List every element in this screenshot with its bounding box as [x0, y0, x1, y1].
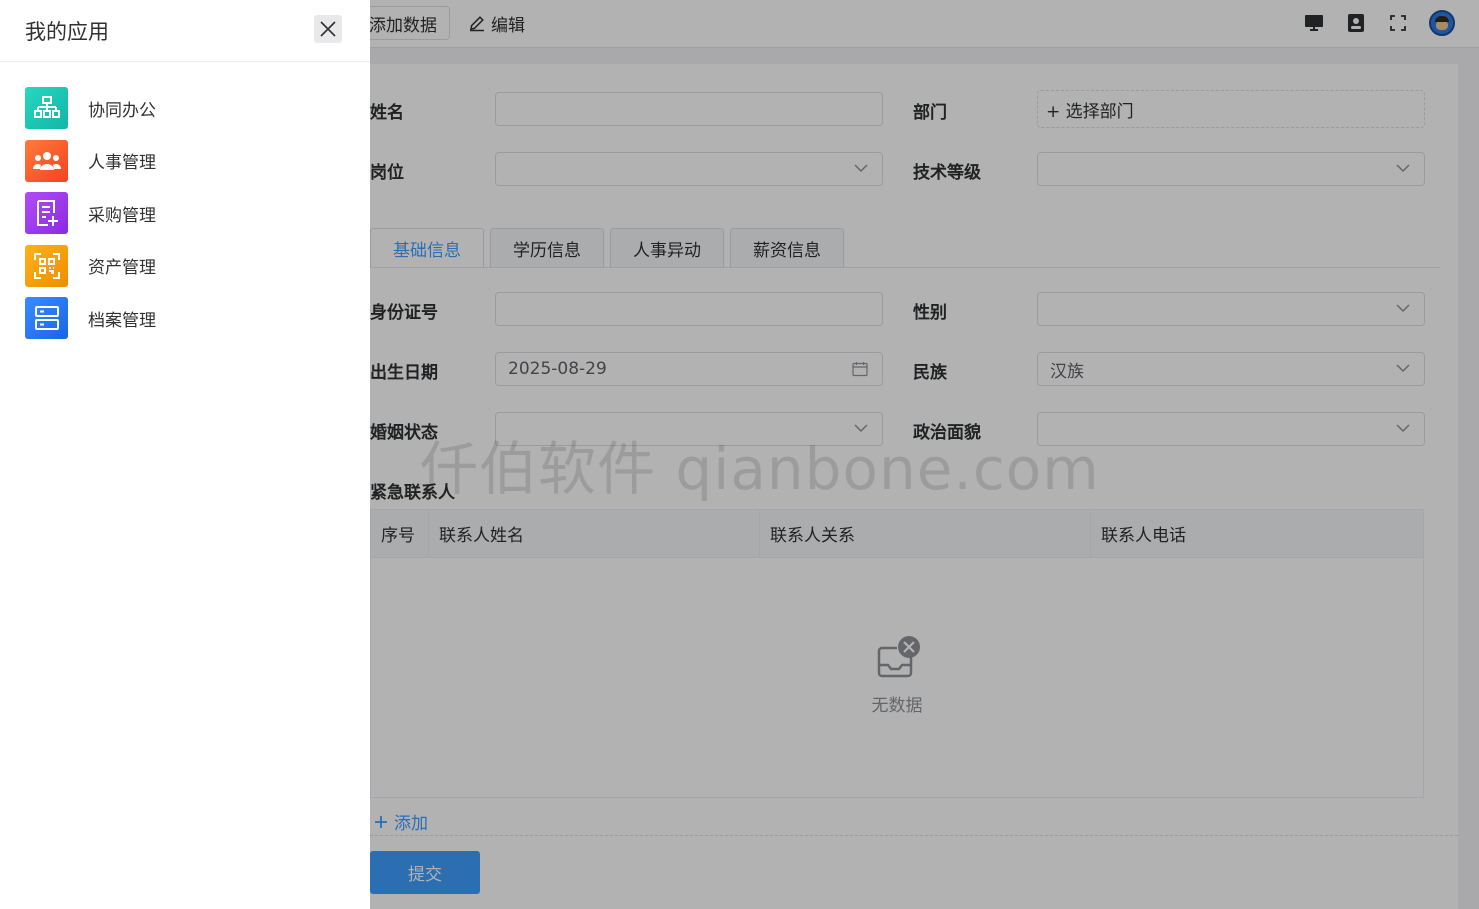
drawer-title: 我的应用 [25, 19, 109, 44]
app-label: 档案管理 [88, 310, 156, 331]
archive-server-icon [25, 297, 68, 340]
app-list: 协同办公 人事管理 采购管理 资产管理 档案管理 [0, 62, 370, 345]
app-item-procurement-management[interactable]: 采购管理 [0, 187, 370, 240]
app-label: 人事管理 [88, 153, 156, 174]
app-label: 资产管理 [88, 258, 156, 279]
org-chart-icon [25, 87, 68, 130]
close-icon [320, 21, 336, 37]
purchase-list-icon [25, 192, 68, 235]
my-apps-drawer: 我的应用 协同办公 人事管理 采购管理 资产管理 档案管理 [0, 0, 370, 909]
app-item-collaborative-office[interactable]: 协同办公 [0, 82, 370, 135]
qr-scan-icon [25, 244, 68, 287]
people-icon [25, 139, 68, 182]
app-item-hr-management[interactable]: 人事管理 [0, 135, 370, 188]
app-label: 采购管理 [88, 205, 156, 226]
close-drawer-button[interactable] [314, 15, 342, 43]
app-item-archive-management[interactable]: 档案管理 [0, 292, 370, 345]
app-label: 协同办公 [88, 100, 156, 121]
drawer-header: 我的应用 [0, 0, 370, 62]
app-item-asset-management[interactable]: 资产管理 [0, 240, 370, 293]
